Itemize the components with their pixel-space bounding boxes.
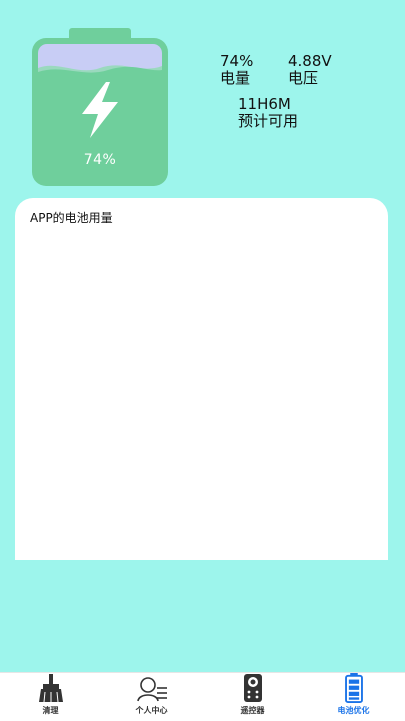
tab-profile[interactable]: 个人中心 [101,673,202,721]
stat-voltage-label: 电压 [288,69,319,87]
stat-level: 74% 电量 [220,53,253,87]
battery-body: 74% [32,38,168,186]
tab-clean[interactable]: 清理 [0,673,101,721]
broom-icon [38,674,63,703]
panel-title: APP的电池用量 [30,211,113,225]
stat-remaining-label: 预计可用 [238,112,299,130]
tab-battery-optimize-label: 电池优化 [337,706,370,715]
app-battery-usage-panel: APP的电池用量 [15,198,388,560]
stat-remaining-value: 11H6M [238,95,291,113]
tab-battery-optimize[interactable]: 电池优化 [303,673,404,721]
tab-remote[interactable]: 遥控器 [202,673,303,721]
stat-level-label: 电量 [220,69,251,87]
battery-graphic: 74% [32,28,168,186]
remote-control-icon [243,674,262,702]
tab-profile-label: 个人中心 [135,706,168,715]
tab-remote-label: 遥控器 [240,706,265,715]
stat-level-value: 74% [220,52,254,70]
tab-clean-label: 清理 [42,706,59,715]
battery-icon [344,673,363,703]
user-list-icon [136,677,167,702]
stat-voltage: 4.88V 电压 [288,53,332,87]
stat-voltage-value: 4.88V [288,52,332,70]
battery-percent-label: 74% [83,152,117,168]
bottom-tab-bar: 清理 个人中心 遥控器 电池优化 [0,672,405,721]
lightning-bolt-icon [82,82,118,138]
stat-remaining: 11H6M 预计可用 [238,96,298,130]
